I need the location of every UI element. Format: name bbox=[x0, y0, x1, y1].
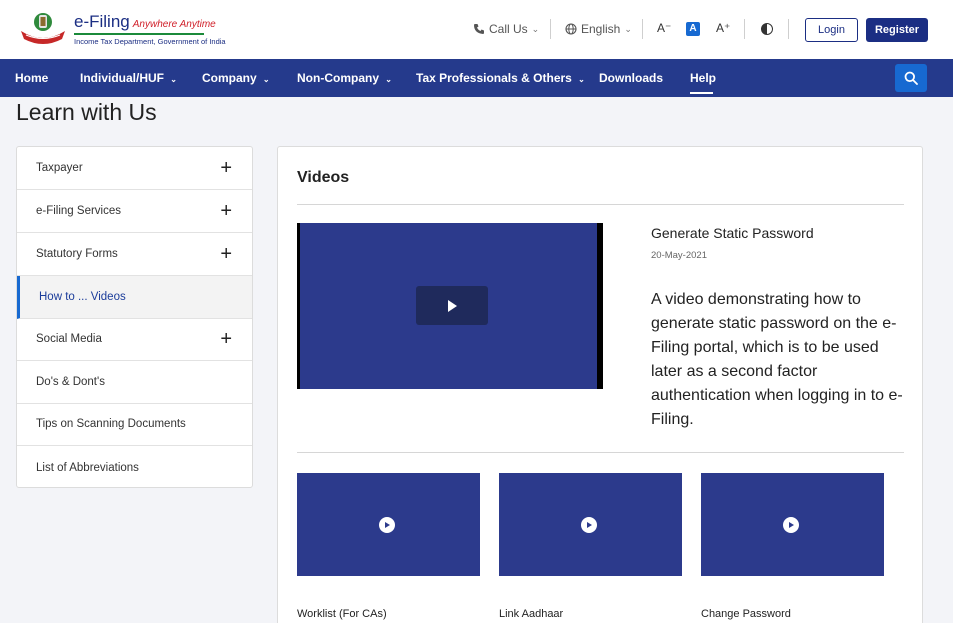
divider bbox=[297, 452, 904, 453]
efiling-logo[interactable]: e-Filing Anywhere Anytime Income Tax Depa… bbox=[16, 9, 226, 49]
plus-icon[interactable]: + bbox=[220, 244, 232, 264]
video-screen bbox=[300, 223, 597, 389]
play-icon bbox=[581, 517, 597, 533]
search-button[interactable] bbox=[895, 64, 927, 92]
featured-video-date: 20-May-2021 bbox=[651, 250, 707, 261]
logo-title: e-Filing Anywhere Anytime bbox=[74, 12, 216, 31]
nav-item-home[interactable]: Home bbox=[15, 71, 48, 85]
sidebar-item-label: Taxpayer bbox=[36, 162, 83, 174]
sidebar-item-label: List of Abbreviations bbox=[36, 461, 139, 474]
section-title: Videos bbox=[297, 169, 350, 186]
nav-item-downloads[interactable]: Downloads bbox=[599, 71, 663, 85]
nav-item-non-company[interactable]: Non-Company ⌄ bbox=[297, 71, 392, 85]
page-title: Learn with Us bbox=[16, 99, 157, 125]
sidebar-item-how-to-videos[interactable]: How to ... Videos bbox=[17, 276, 252, 319]
sidebar-item-label: Social Media bbox=[36, 333, 102, 345]
sidebar-item-taxpayer[interactable]: Taxpayer + bbox=[17, 147, 252, 190]
featured-video-title: Generate Static Password bbox=[651, 225, 814, 241]
register-button[interactable]: Register bbox=[866, 18, 928, 42]
call-us-dropdown[interactable]: Call Us ⌄ bbox=[473, 20, 539, 38]
nav-item-tax-professionals[interactable]: Tax Professionals & Others ⌄ bbox=[416, 71, 585, 85]
login-button[interactable]: Login bbox=[805, 18, 858, 42]
search-icon bbox=[904, 71, 918, 85]
featured-video-description: A video demonstrating how to generate st… bbox=[651, 291, 903, 428]
chevron-down-icon: ⌄ bbox=[260, 75, 270, 84]
phone-icon bbox=[474, 24, 484, 34]
font-decrease-button[interactable]: A⁻ bbox=[657, 21, 671, 35]
chevron-down-icon: ⌄ bbox=[531, 23, 540, 34]
globe-icon bbox=[565, 23, 577, 35]
sidebar-item-social-media[interactable]: Social Media + bbox=[17, 318, 252, 361]
sidebar-item-statutory-forms[interactable]: Statutory Forms + bbox=[17, 233, 252, 276]
video-title[interactable]: Worklist (For CAs) bbox=[297, 608, 387, 620]
active-nav-indicator bbox=[690, 92, 713, 94]
plus-icon[interactable]: + bbox=[220, 201, 232, 221]
top-header: e-Filing Anywhere Anytime Income Tax Depa… bbox=[0, 0, 953, 59]
play-icon bbox=[379, 517, 395, 533]
plus-icon[interactable]: + bbox=[220, 158, 232, 178]
nav-item-company[interactable]: Company ⌄ bbox=[202, 71, 270, 85]
chevron-down-icon: ⌄ bbox=[383, 75, 392, 84]
sidebar-item-label: How to ... Videos bbox=[39, 291, 126, 303]
video-title[interactable]: Link Aadhaar bbox=[499, 608, 563, 620]
logo-tagline: Anywhere Anytime bbox=[132, 19, 216, 30]
contrast-icon[interactable] bbox=[761, 23, 773, 35]
logo-divider bbox=[74, 33, 204, 35]
divider bbox=[744, 19, 745, 39]
call-us-label: Call Us bbox=[489, 22, 528, 36]
font-increase-button[interactable]: A⁺ bbox=[716, 21, 730, 35]
divider bbox=[788, 19, 789, 39]
chevron-down-icon: ⌄ bbox=[575, 75, 585, 84]
videos-panel: Videos Generate Static Password 20-May-2… bbox=[277, 146, 923, 623]
main-nav: Home Individual/HUF ⌄ Company ⌄ Non-Comp… bbox=[0, 59, 953, 97]
sidebar-item-label: e-Filing Services bbox=[36, 205, 121, 217]
sidebar-item-label: Statutory Forms bbox=[36, 248, 118, 260]
divider bbox=[642, 19, 643, 39]
nav-item-help[interactable]: Help bbox=[690, 71, 716, 85]
chevron-down-icon: ⌄ bbox=[624, 23, 632, 34]
sidebar-item-dos-donts[interactable]: Do's & Dont's bbox=[17, 361, 252, 404]
sidebar-item-label: Tips on Scanning Documents bbox=[36, 418, 186, 430]
chevron-down-icon: ⌄ bbox=[168, 75, 177, 84]
play-button[interactable] bbox=[416, 286, 488, 325]
logo-subtitle: Income Tax Department, Government of Ind… bbox=[74, 37, 226, 46]
featured-video-player[interactable] bbox=[297, 223, 603, 389]
divider bbox=[297, 204, 904, 205]
play-icon bbox=[448, 299, 457, 312]
video-title[interactable]: Change Password bbox=[701, 608, 791, 620]
sidebar-menu: Taxpayer + e-Filing Services + Statutory F… bbox=[16, 146, 253, 488]
video-thumbnail[interactable] bbox=[297, 473, 480, 576]
font-normal-button[interactable]: A bbox=[686, 22, 700, 36]
nav-item-individual-huf[interactable]: Individual/HUF ⌄ bbox=[80, 71, 177, 85]
sidebar-item-scanning-tips[interactable]: Tips on Scanning Documents bbox=[17, 403, 252, 446]
divider bbox=[550, 19, 551, 39]
video-thumbnail[interactable] bbox=[701, 473, 884, 576]
sidebar-item-label: Do's & Dont's bbox=[36, 376, 105, 388]
sidebar-item-abbreviations[interactable]: List of Abbreviations bbox=[17, 446, 252, 489]
emblem-icon bbox=[21, 13, 65, 44]
sidebar-item-efiling-services[interactable]: e-Filing Services + bbox=[17, 190, 252, 233]
video-thumbnail[interactable] bbox=[499, 473, 682, 576]
play-icon bbox=[783, 517, 799, 533]
language-dropdown[interactable]: English ⌄ bbox=[565, 20, 632, 38]
plus-icon[interactable]: + bbox=[220, 329, 232, 349]
language-label: English bbox=[581, 22, 621, 36]
